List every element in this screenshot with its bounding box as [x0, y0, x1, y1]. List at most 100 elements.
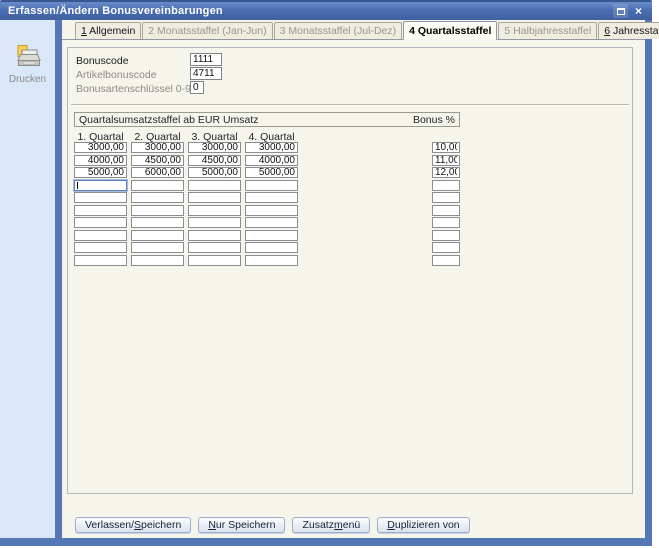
zusatzmenue-button[interactable]: Zusatzmenü — [292, 517, 370, 533]
q1-input[interactable] — [74, 230, 127, 241]
q1-input[interactable] — [74, 167, 127, 178]
q2-input[interactable] — [131, 217, 184, 228]
dialog-window: Erfassen/Ändern Bonusvereinbarungen × Dr… — [0, 0, 652, 546]
q2-input[interactable] — [131, 192, 184, 203]
bonus-input[interactable] — [432, 142, 460, 153]
staffel-row — [74, 180, 460, 191]
tab-monatsstaffel-jan-jun: 2 Monatsstaffel (Jan-Jun) — [142, 22, 272, 39]
restore-icon — [616, 7, 626, 16]
close-button[interactable]: × — [631, 4, 646, 18]
print-label[interactable]: Drucken — [9, 74, 46, 85]
artikelbonuscode-input[interactable] — [190, 67, 222, 80]
quartalsstaffel-groupbox: Bonuscode Artikelbonuscode Bonusartensch… — [67, 47, 633, 494]
title-bar[interactable]: Erfassen/Ändern Bonusvereinbarungen × — [0, 0, 652, 20]
staffel-row — [74, 167, 460, 178]
q1-input[interactable] — [74, 255, 127, 266]
artikelbonuscode-label: Artikelbonuscode — [76, 69, 157, 81]
bonus-input[interactable] — [432, 155, 460, 166]
q4-input[interactable] — [245, 217, 298, 228]
q4-input[interactable] — [245, 205, 298, 216]
button-label: peichern — [141, 519, 181, 531]
q1-input[interactable] — [74, 217, 127, 228]
q4-input[interactable] — [245, 255, 298, 266]
button-label: N — [208, 519, 216, 531]
button-label: Zusatz — [302, 519, 334, 531]
q4-input[interactable] — [245, 230, 298, 241]
bonus-input[interactable] — [432, 192, 460, 203]
q3-input[interactable] — [188, 142, 241, 153]
tab-label: Quartalsstaffel — [415, 25, 491, 37]
sidebar: Drucken — [0, 20, 55, 538]
staffel-row — [74, 230, 460, 241]
q3-input[interactable] — [188, 230, 241, 241]
button-label: m — [334, 519, 343, 531]
q3-input[interactable] — [188, 205, 241, 216]
staffel-grid — [74, 142, 460, 267]
q3-input[interactable] — [188, 242, 241, 253]
q2-input[interactable] — [131, 167, 184, 178]
bonusartenschluessel-input[interactable] — [190, 81, 204, 94]
q1-input[interactable] — [74, 242, 127, 253]
staffel-header-bar: Quartalsumsatzstaffel ab EUR Umsatz Bonu… — [74, 112, 460, 127]
tab-monatsstaffel-jul-dez: 3 Monatsstaffel (Jul-Dez) — [274, 22, 403, 39]
staffel-row — [74, 255, 460, 266]
section-divider — [71, 104, 629, 106]
bonuscode-input[interactable] — [190, 53, 222, 66]
staffel-row — [74, 217, 460, 228]
q2-input[interactable] — [131, 180, 184, 191]
q3-input[interactable] — [188, 217, 241, 228]
window-frame: Drucken 1 Allgemein 2 Monatsstaffel (Jan… — [0, 20, 652, 546]
q1-input[interactable] — [74, 205, 127, 216]
staffel-row — [74, 142, 460, 153]
button-label: S — [134, 519, 141, 531]
q1-input[interactable] — [74, 155, 127, 166]
q3-input[interactable] — [188, 192, 241, 203]
q4-input[interactable] — [245, 242, 298, 253]
nur-speichern-button[interactable]: Nur Speichern — [198, 517, 285, 533]
close-icon: × — [635, 5, 642, 17]
q2-input[interactable] — [131, 255, 184, 266]
q4-input[interactable] — [245, 180, 298, 191]
q4-input[interactable] — [245, 142, 298, 153]
window-title: Erfassen/Ändern Bonusvereinbarungen — [8, 5, 610, 17]
q4-input[interactable] — [245, 155, 298, 166]
q3-input[interactable] — [188, 167, 241, 178]
printer-icon[interactable] — [14, 44, 42, 70]
button-row: Verlassen/Speichern Nur Speichern Zusatz… — [75, 517, 470, 533]
q1-input-focused[interactable] — [74, 180, 127, 191]
tab-label: Monatsstaffel (Jul-Dez) — [285, 25, 396, 37]
tab-allgemein[interactable]: 1 Allgemein — [75, 22, 141, 39]
q2-input[interactable] — [131, 230, 184, 241]
staffel-row — [74, 192, 460, 203]
tab-quartalsstaffel[interactable]: 4 Quartalsstaffel — [403, 21, 497, 40]
button-label: D — [387, 519, 395, 531]
duplizieren-von-button[interactable]: Duplizieren von — [377, 517, 469, 533]
bonus-input[interactable] — [432, 255, 460, 266]
q1-input[interactable] — [74, 192, 127, 203]
tab-label: Allgemein — [87, 25, 135, 37]
q3-input[interactable] — [188, 155, 241, 166]
q2-input[interactable] — [131, 205, 184, 216]
tab-strip: 1 Allgemein 2 Monatsstaffel (Jan-Jun) 3 … — [62, 20, 645, 40]
tab-label: Jahresstaffel — [610, 25, 659, 37]
q4-input[interactable] — [245, 167, 298, 178]
tab-label: Halbjahresstaffel — [510, 25, 591, 37]
restore-button[interactable] — [613, 4, 628, 18]
q2-input[interactable] — [131, 242, 184, 253]
q2-input[interactable] — [131, 142, 184, 153]
bonus-input[interactable] — [432, 167, 460, 178]
q2-input[interactable] — [131, 155, 184, 166]
bonus-input[interactable] — [432, 205, 460, 216]
main-panel: 1 Allgemein 2 Monatsstaffel (Jan-Jun) 3 … — [62, 20, 645, 538]
button-label: enü — [343, 519, 361, 531]
q4-input[interactable] — [245, 192, 298, 203]
bonus-input[interactable] — [432, 230, 460, 241]
bonus-input[interactable] — [432, 217, 460, 228]
bonus-input[interactable] — [432, 242, 460, 253]
q1-input[interactable] — [74, 142, 127, 153]
q3-input[interactable] — [188, 180, 241, 191]
bonus-input[interactable] — [432, 180, 460, 191]
verlassen-speichern-button[interactable]: Verlassen/Speichern — [75, 517, 191, 533]
tab-jahresstaffel[interactable]: 6 Jahresstaffel — [598, 22, 659, 39]
q3-input[interactable] — [188, 255, 241, 266]
